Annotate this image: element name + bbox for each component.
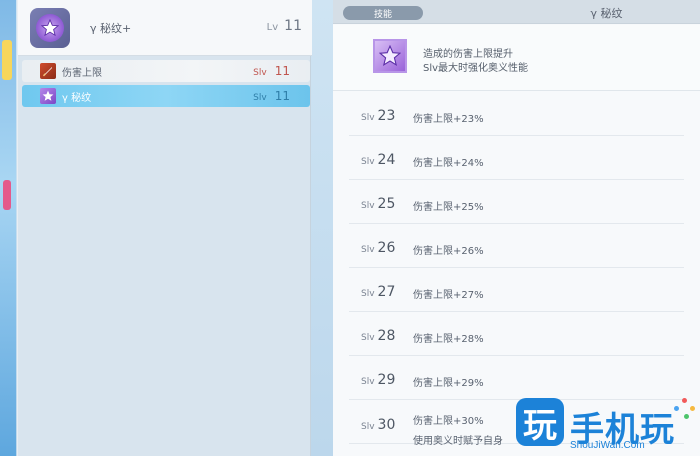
level-label: Slv 27 <box>361 284 396 300</box>
skill-description: 造成的伤害上限提升 Slv最大时强化奥义性能 <box>333 25 700 91</box>
watermark: 玩 手机玩 ShouJiWan.Com <box>512 394 700 456</box>
level-row: Slv 24 伤害上限+24% <box>349 136 684 180</box>
level-row: Slv 26 伤害上限+26% <box>349 224 684 268</box>
skill-row-damage-cap[interactable]: 伤害上限 Slv 11 <box>22 60 310 82</box>
level-label: Slv 26 <box>361 240 396 256</box>
level-effect: 伤害上限+30% <box>413 416 484 427</box>
level-row: Slv 28 伤害上限+28% <box>349 312 684 356</box>
detail-title: γ 秘纹 <box>590 7 623 20</box>
skill-level: Lv 11 <box>266 18 302 34</box>
level-label: Slv 29 <box>361 372 396 388</box>
skill-slv: Slv 11 <box>253 89 290 103</box>
level-row: Slv 27 伤害上限+27% <box>349 268 684 312</box>
level-label: Slv 28 <box>361 328 396 344</box>
star-icon <box>40 88 56 104</box>
level-effect: 伤害上限+29% <box>413 378 484 389</box>
skill-title: γ 秘纹+ <box>90 22 132 35</box>
level-label: Slv 24 <box>361 152 396 168</box>
level-row: Slv 25 伤害上限+25% <box>349 180 684 224</box>
level-label: Slv 23 <box>361 108 396 124</box>
star-icon <box>373 39 407 73</box>
description-line: 造成的伤害上限提升 <box>423 49 513 60</box>
level-row: Slv 23 伤害上限+23% <box>349 92 684 136</box>
skill-detail-panel: 技能 γ 秘纹 造成的伤害上限提升 Slv最大时强化奥义性能 Slv 23 伤害上… <box>333 0 700 456</box>
skill-label: γ 秘纹 <box>62 92 92 104</box>
emblem-icon <box>30 8 70 48</box>
watermark-url: ShouJiWan.Com <box>570 440 645 451</box>
watermark-logo: 玩 <box>516 398 564 446</box>
level-table: Slv 23 伤害上限+23% Slv 24 伤害上限+24% Slv 25 伤害上限… <box>333 92 700 447</box>
level-effect: 伤害上限+23% <box>413 114 484 125</box>
level-label: Slv 25 <box>361 196 396 212</box>
detail-header: 技能 γ 秘纹 <box>333 0 700 24</box>
sword-icon <box>40 63 56 79</box>
level-effect: 伤害上限+27% <box>413 290 484 301</box>
skill-list-panel: γ 秘纹+ Lv 11 伤害上限 Slv 11 γ 秘纹 Slv 11 <box>17 0 312 456</box>
level-effect: 伤害上限+25% <box>413 202 484 213</box>
level-effect-extra: 使用奥义时赋予自身 <box>413 436 503 447</box>
skill-header: γ 秘纹+ Lv 11 <box>18 0 312 56</box>
level-effect: 伤害上限+24% <box>413 158 484 169</box>
description-line: Slv最大时强化奥义性能 <box>423 63 529 74</box>
level-label: Slv 30 <box>361 417 396 433</box>
skill-row-gamma-glyph[interactable]: γ 秘纹 Slv 11 <box>22 85 310 107</box>
skill-list: 伤害上限 Slv 11 γ 秘纹 Slv 11 <box>22 60 310 110</box>
level-effect: 伤害上限+26% <box>413 246 484 257</box>
skill-slv: Slv 11 <box>253 64 290 78</box>
skill-label: 伤害上限 <box>62 67 102 79</box>
background-strip <box>0 0 16 456</box>
level-effect: 伤害上限+28% <box>413 334 484 345</box>
